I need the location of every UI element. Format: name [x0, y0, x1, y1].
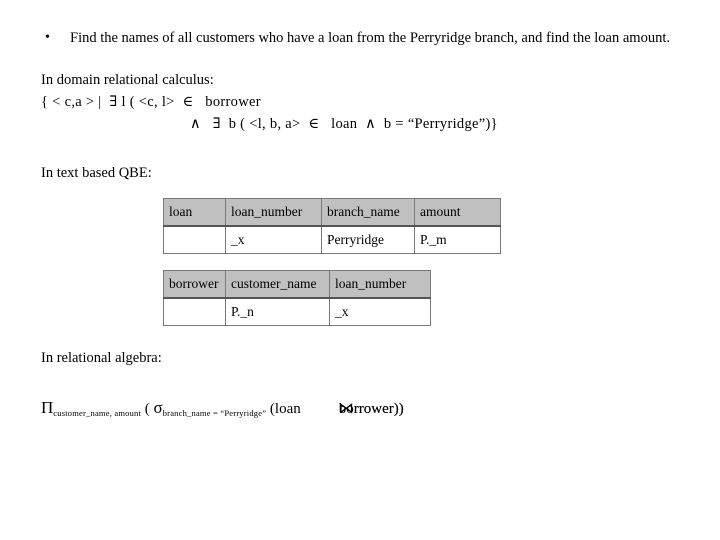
- bullet-marker-icon: •: [45, 30, 50, 45]
- join-overlap-group: borrower)) ⋈rrower)): [339, 399, 404, 419]
- qbe-table-loan: loan loan_number branch_name amount _x P…: [163, 198, 501, 254]
- qbe-table-borrower: borrower customer_name loan_number P._n …: [163, 270, 431, 326]
- projection-subscript: customer_name, amount: [53, 408, 142, 418]
- table-cell: _x: [329, 297, 431, 326]
- bullet-item-text: Find the names of all customers who have…: [70, 30, 670, 46]
- column-header: loan_number: [225, 198, 322, 227]
- table-cell: [163, 225, 226, 254]
- selection-symbol: σ: [153, 398, 163, 417]
- column-header: customer_name: [225, 270, 330, 299]
- domain-calculus-label: In domain relational calculus:: [41, 72, 214, 88]
- natural-join-icon: ⋈: [338, 401, 354, 417]
- column-header: amount: [414, 198, 501, 227]
- bullet-item: • Find the names of all customers who ha…: [40, 28, 685, 48]
- table-row: borrower customer_name loan_number: [163, 270, 431, 299]
- column-header: branch_name: [321, 198, 415, 227]
- column-header: loan_number: [329, 270, 431, 299]
- qbe-label: In text based QBE:: [41, 165, 152, 181]
- domain-calculus-formula-line-1: { < c,a > | ∃ l ( <c, l> ∈ borrower: [41, 94, 261, 110]
- table-row: _x Perryridge P._m: [163, 225, 501, 254]
- table-cell: P._n: [225, 297, 330, 326]
- table-row: loan loan_number branch_name amount: [163, 198, 501, 227]
- open-paren: (: [141, 401, 154, 417]
- operand-loan: (loan: [266, 401, 301, 417]
- table-row: P._n _x: [163, 297, 431, 326]
- table-cell: Perryridge: [321, 225, 415, 254]
- table-cell: _x: [225, 225, 322, 254]
- table-cell: [163, 297, 226, 326]
- column-header: borrower: [163, 270, 226, 299]
- table-cell: P._m: [414, 225, 501, 254]
- slide-canvas: • Find the names of all customers who ha…: [0, 0, 720, 540]
- relational-algebra-expression: Πcustomer_name, amount ( σbranch_name = …: [41, 398, 404, 423]
- projection-symbol: Π: [41, 398, 54, 417]
- algebra-label: In relational algebra:: [41, 350, 162, 366]
- selection-subscript: branch_name = “Perryridge”: [162, 408, 267, 418]
- domain-calculus-formula-line-2: ∧ ∃ b ( <l, b, a> ∈ loan ∧ b = “Perryrid…: [190, 116, 498, 132]
- column-header: loan: [163, 198, 226, 227]
